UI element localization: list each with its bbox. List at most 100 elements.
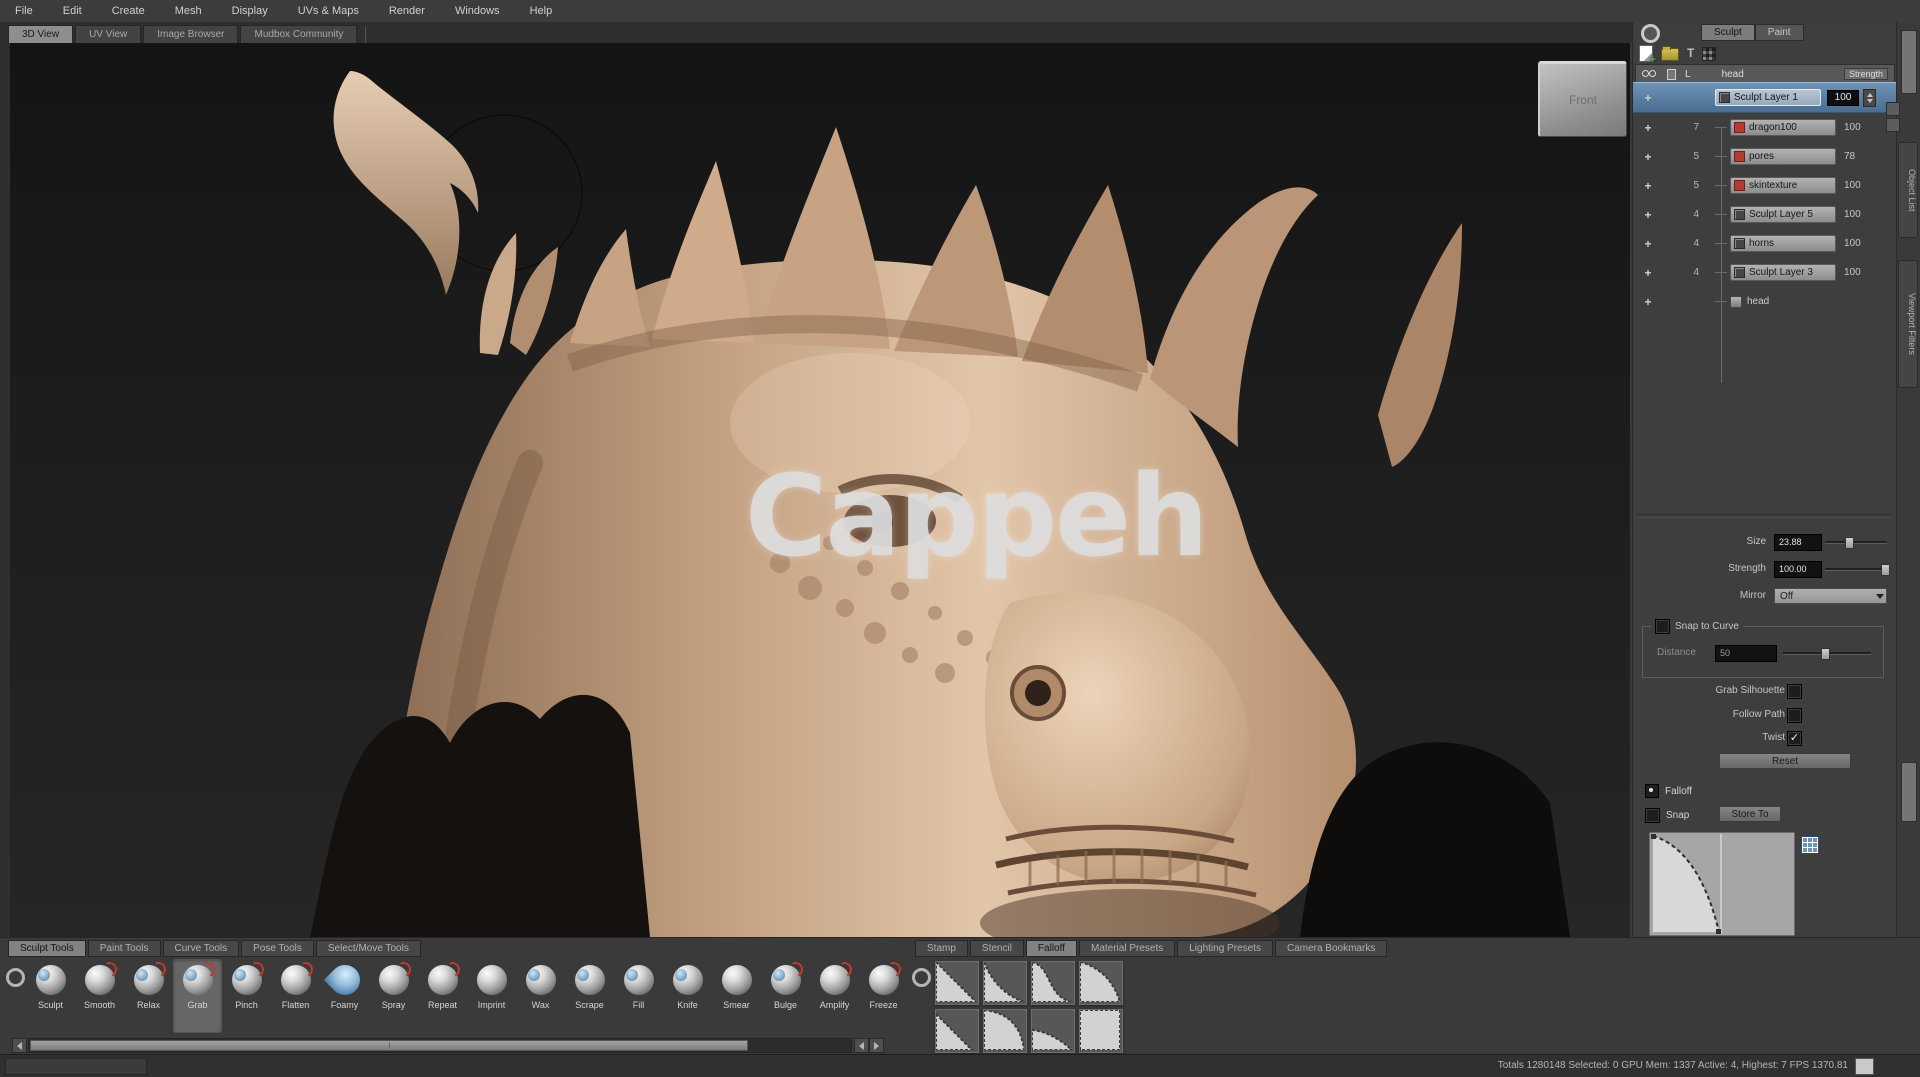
distance-slider[interactable] [1783, 645, 1871, 661]
tool-scrape[interactable]: Scrape [565, 959, 614, 1033]
tab-select-move-tools[interactable]: Select/Move Tools [316, 940, 421, 957]
layer-name-pill[interactable]: horns [1730, 235, 1836, 252]
tab-stencil[interactable]: Stencil [970, 940, 1024, 957]
reset-button[interactable]: Reset [1719, 753, 1851, 769]
tab-sculpt[interactable]: Sculpt [1701, 24, 1755, 41]
layer-strength-field[interactable]: 100 [1827, 90, 1859, 106]
layer-row-root[interactable]: +head [1633, 287, 1897, 316]
layer-visibility-icon[interactable]: + [1633, 91, 1663, 105]
tab-pose-tools[interactable]: Pose Tools [241, 940, 314, 957]
layer-strength-spinner[interactable] [1863, 89, 1876, 107]
3d-viewport[interactable]: Cappeh Front [10, 43, 1630, 937]
snap-to-curve-checkbox[interactable] [1655, 619, 1670, 634]
tab-sculpt-tools[interactable]: Sculpt Tools [8, 940, 86, 957]
twist-checkbox[interactable]: ✓ [1787, 731, 1802, 746]
right-tray-gear-icon[interactable] [912, 968, 931, 987]
menu-render[interactable]: Render [374, 0, 440, 22]
layer-visibility-icon[interactable]: + [1633, 179, 1663, 193]
view-cube-gizmo[interactable]: Front [1538, 61, 1627, 137]
menu-file[interactable]: File [0, 0, 48, 22]
menu-windows[interactable]: Windows [440, 0, 515, 22]
store-to-button[interactable]: Store To [1719, 806, 1781, 822]
grab-silhouette-checkbox[interactable] [1787, 684, 1802, 699]
size-field[interactable]: 23.88 [1774, 534, 1822, 551]
tab-image-browser[interactable]: Image Browser [143, 25, 238, 43]
layer-options-icon[interactable] [1702, 47, 1716, 61]
layer-name-pill[interactable]: Sculpt Layer 3 [1730, 264, 1836, 281]
layer-row-sculpt-layer-1[interactable]: + Sculpt Layer 1 100 [1633, 82, 1897, 113]
scroll-left-icon[interactable] [12, 1038, 27, 1053]
tool-sculpt[interactable]: Sculpt [26, 959, 75, 1033]
layer-name-pill[interactable]: Sculpt Layer 5 [1730, 206, 1836, 223]
properties-scrollbar-thumb[interactable] [1901, 762, 1917, 822]
falloff-curve-editor[interactable] [1649, 832, 1795, 941]
layer-name-pill[interactable]: Sculpt Layer 1 [1715, 89, 1821, 106]
layer-visibility-icon[interactable]: + [1633, 295, 1663, 309]
tool-smooth[interactable]: Smooth [75, 959, 124, 1033]
tab-stamp[interactable]: Stamp [915, 940, 968, 957]
layer-row-sculpt-layer-3[interactable]: +4Sculpt Layer 3100 [1633, 258, 1897, 287]
falloff-preset-concave[interactable] [983, 961, 1027, 1005]
side-tab-viewport-filters[interactable]: Viewport Filters [1898, 260, 1918, 388]
panel-menu-icon[interactable] [1641, 24, 1660, 43]
falloff-snap-checkbox[interactable] [1645, 808, 1660, 823]
size-slider[interactable] [1825, 534, 1887, 550]
menu-display[interactable]: Display [217, 0, 283, 22]
layer-row-horns[interactable]: +4horns100 [1633, 229, 1897, 258]
tab-3d-view[interactable]: 3D View [8, 25, 73, 43]
falloff-preset-round[interactable] [983, 1009, 1027, 1053]
tab-curve-tools[interactable]: Curve Tools [163, 940, 240, 957]
tool-smear[interactable]: Smear [712, 959, 761, 1033]
tab-camera-bookmarks[interactable]: Camera Bookmarks [1275, 940, 1387, 957]
layer-row-dragon100[interactable]: +7dragon100100 [1633, 113, 1897, 142]
falloff-preset-soft-linear[interactable] [935, 1009, 979, 1053]
tool-flatten[interactable]: Flatten [271, 959, 320, 1033]
falloff-preset-convex[interactable] [1079, 961, 1123, 1005]
distance-field[interactable]: 50 [1715, 645, 1777, 662]
falloff-preset-sigmoid[interactable] [1031, 961, 1075, 1005]
new-group-icon[interactable] [1661, 48, 1679, 61]
mirror-dropdown[interactable]: Off [1774, 588, 1887, 604]
layer-name-pill[interactable]: dragon100 [1730, 119, 1836, 136]
layer-name-pill[interactable]: skintexture [1730, 177, 1836, 194]
tab-uv-view[interactable]: UV View [75, 25, 141, 43]
falloff-preset-dip[interactable] [1031, 1009, 1075, 1053]
side-tab-object-list[interactable]: Object List [1898, 142, 1918, 238]
falloff-preset-constant[interactable] [1079, 1009, 1123, 1053]
follow-path-checkbox[interactable] [1787, 708, 1802, 723]
panel-scrollbar-thumb[interactable] [1901, 30, 1917, 94]
status-button[interactable] [1855, 1058, 1874, 1075]
scroll-right-icon[interactable] [869, 1038, 884, 1053]
tool-wax[interactable]: Wax [516, 959, 565, 1033]
falloff-preset-linear[interactable] [935, 961, 979, 1005]
layer-row-skintexture[interactable]: +5skintexture100 [1633, 171, 1897, 200]
menu-create[interactable]: Create [97, 0, 160, 22]
strength-slider[interactable] [1825, 561, 1887, 577]
tool-bulge[interactable]: Bulge [761, 959, 810, 1033]
tool-imprint[interactable]: Imprint [467, 959, 516, 1033]
tool-relax[interactable]: Relax [124, 959, 173, 1033]
layer-visibility-icon[interactable]: + [1633, 237, 1663, 251]
new-layer-icon[interactable] [1639, 45, 1653, 62]
scroll-up-icon[interactable] [1886, 102, 1900, 116]
curve-presets-icon[interactable] [1801, 836, 1819, 854]
tab-material-presets[interactable]: Material Presets [1079, 940, 1175, 957]
scrollbar-track[interactable] [28, 1038, 852, 1053]
tool-amplify[interactable]: Amplify [810, 959, 859, 1033]
menu-edit[interactable]: Edit [48, 0, 97, 22]
delete-layer-icon[interactable]: T [1687, 45, 1694, 61]
menu-uvs-maps[interactable]: UVs & Maps [283, 0, 374, 22]
tab-mudbox-community[interactable]: Mudbox Community [240, 25, 357, 43]
tool-fill[interactable]: Fill [614, 959, 663, 1033]
tool-pinch[interactable]: Pinch [222, 959, 271, 1033]
tab-paint-tools[interactable]: Paint Tools [88, 940, 161, 957]
layer-visibility-icon[interactable]: + [1633, 121, 1663, 135]
left-tray-gear-icon[interactable] [6, 968, 25, 987]
tool-grab[interactable]: Grab [173, 959, 222, 1033]
menu-mesh[interactable]: Mesh [160, 0, 217, 22]
layer-row-sculpt-layer-5[interactable]: +4Sculpt Layer 5100 [1633, 200, 1897, 229]
layer-visibility-icon[interactable]: + [1633, 208, 1663, 222]
layer-visibility-icon[interactable]: + [1633, 266, 1663, 280]
tab-falloff[interactable]: Falloff [1026, 940, 1077, 957]
scroll-left2-icon[interactable] [854, 1038, 869, 1053]
